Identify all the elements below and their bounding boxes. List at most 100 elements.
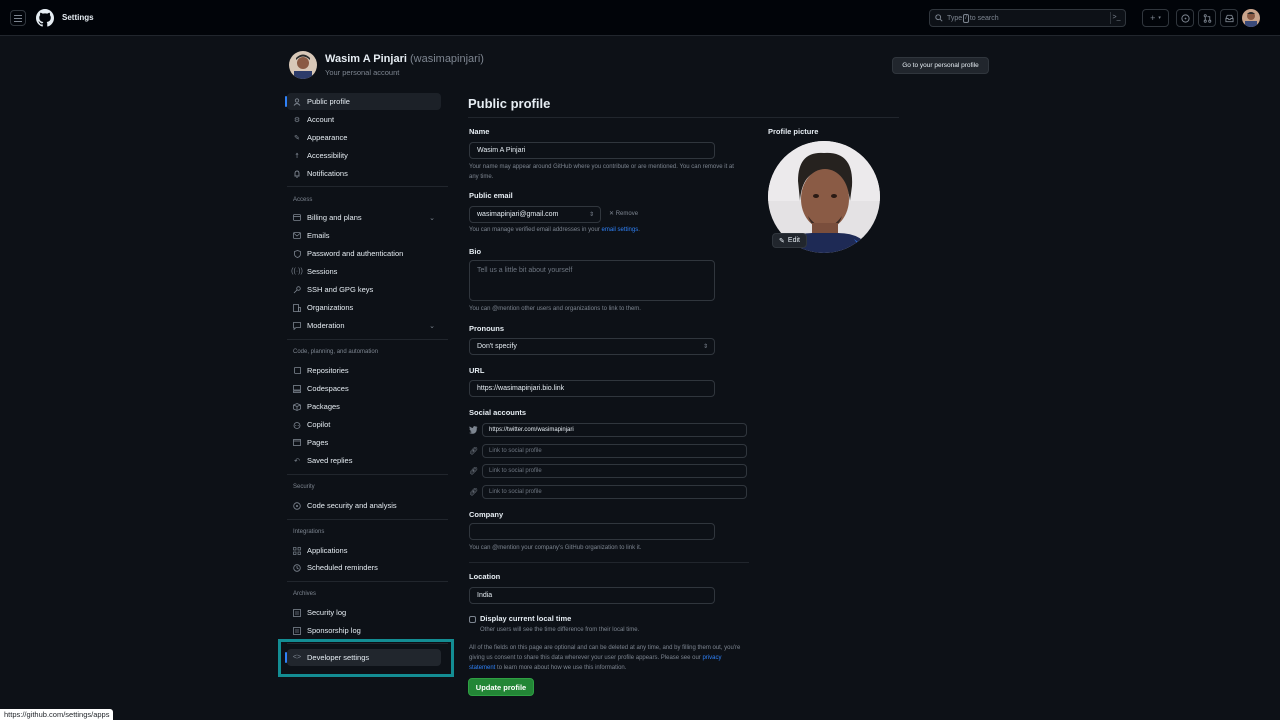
local-time-label[interactable]: Display current local time: [480, 614, 571, 623]
go-to-profile-button[interactable]: Go to your personal profile: [892, 57, 989, 74]
sidebar-item-label: Notifications: [307, 169, 348, 178]
public-email-value: wasimapinjari@gmail.com: [477, 211, 559, 218]
public-email-label: Public email: [469, 191, 513, 200]
package-icon: [293, 402, 301, 411]
bio-note: You can @mention other users and organiz…: [469, 306, 641, 312]
sidebar-item-label: Password and authentication: [307, 249, 404, 258]
sidebar-item-sponsorship-log[interactable]: Sponsorship log: [287, 622, 441, 639]
sidebar-item-codespaces[interactable]: Codespaces: [287, 380, 441, 397]
company-field[interactable]: [469, 523, 715, 540]
title-divider: [468, 117, 899, 118]
location-field[interactable]: India: [469, 587, 715, 604]
form-divider: [469, 562, 749, 563]
search-input[interactable]: Type / to search >_: [929, 9, 1126, 27]
issues-icon[interactable]: [1176, 9, 1194, 27]
sidebar-item-appearance[interactable]: ✎ Appearance: [287, 129, 441, 146]
search-placeholder-pre: Type: [947, 14, 963, 22]
developer-settings-highlight: [278, 639, 454, 677]
select-arrows-icon: ⇕: [702, 344, 708, 350]
github-logo-icon[interactable]: [36, 9, 54, 27]
sidebar-item-label: Copilot: [307, 420, 331, 429]
email-settings-link[interactable]: email settings: [602, 227, 639, 233]
sidebar-item-copilot[interactable]: Copilot: [287, 416, 441, 433]
pronouns-select[interactable]: Don't specify ⇕: [469, 338, 715, 355]
sidebar-item-moderation[interactable]: Moderation ⌄: [287, 317, 441, 334]
privacy-note-text: All of the fields on this page are optio…: [469, 645, 741, 661]
profile-name: Wasim A Pinjari (wasimapinjari): [325, 53, 484, 65]
mail-icon: [293, 232, 301, 240]
sidebar-item-organizations[interactable]: Organizations: [287, 299, 441, 316]
global-header: Settings Type / to search >_ + ▾: [0, 0, 1280, 36]
pull-requests-icon[interactable]: [1198, 9, 1216, 27]
shield-lock-icon: [293, 249, 301, 258]
sidebar-item-label: Sessions: [307, 267, 338, 276]
sidebar-item-emails[interactable]: Emails: [287, 227, 441, 244]
local-time-note: Other users will see the time difference…: [480, 627, 640, 633]
codespaces-icon: [293, 384, 301, 393]
sidebar-item-scheduled-reminders[interactable]: Scheduled reminders: [287, 559, 441, 576]
sidebar-item-accessibility[interactable]: ☨ Accessibility: [287, 147, 441, 164]
social-accounts-label: Social accounts: [469, 408, 527, 417]
social-link-field[interactable]: Link to social profile: [482, 485, 747, 499]
link-icon: 🔗︎: [469, 448, 478, 455]
pencil-icon: ✎: [779, 237, 785, 245]
local-time-checkbox[interactable]: [469, 616, 476, 623]
user-avatar[interactable]: [1242, 9, 1260, 27]
update-profile-button[interactable]: Update profile: [468, 678, 534, 696]
twitter-icon: [469, 426, 478, 434]
social-link-field[interactable]: Link to social profile: [482, 444, 747, 458]
broadcast-icon: ((·)): [291, 268, 303, 275]
social-link-field[interactable]: Link to social profile: [482, 464, 747, 478]
bio-label: Bio: [469, 247, 482, 256]
sidebar-item-label: Packages: [307, 402, 340, 411]
pronouns-value: Don't specify: [477, 343, 517, 350]
name-field[interactable]: Wasim A Pinjari: [469, 142, 715, 159]
menu-icon[interactable]: [10, 10, 26, 26]
sidebar-divider: [287, 581, 448, 582]
link-icon: 🔗︎: [469, 489, 478, 496]
sidebar-item-packages[interactable]: Packages: [287, 398, 441, 415]
sidebar-item-label: Applications: [307, 546, 348, 555]
sidebar-item-sessions[interactable]: ((·)) Sessions: [287, 263, 441, 280]
social-link-field[interactable]: https://twitter.com/wasimapinjari: [482, 423, 747, 437]
edit-picture-button[interactable]: ✎ Edit: [772, 233, 807, 248]
command-palette-icon[interactable]: >_: [1110, 12, 1122, 24]
pronouns-label: Pronouns: [469, 324, 504, 333]
sidebar-item-repositories[interactable]: Repositories: [287, 362, 441, 379]
sidebar-item-code-security[interactable]: Code security and analysis: [287, 497, 441, 514]
sidebar-item-security-log[interactable]: Security log: [287, 604, 441, 621]
sidebar-item-applications[interactable]: Applications: [287, 542, 441, 559]
sidebar-divider: [287, 519, 448, 520]
credit-card-icon: [293, 214, 301, 222]
sidebar-item-label: Pages: [307, 438, 329, 447]
email-note-end: .: [638, 227, 640, 233]
paintbrush-icon: ✎: [294, 134, 300, 142]
sidebar-item-notifications[interactable]: Notifications: [287, 165, 441, 182]
sidebar-section-integrations: Integrations: [293, 529, 325, 535]
page-title: Public profile: [468, 96, 551, 111]
inbox-icon[interactable]: [1220, 9, 1238, 27]
sidebar-item-password[interactable]: Password and authentication: [287, 245, 441, 262]
create-new-button[interactable]: + ▾: [1142, 9, 1169, 27]
browser-icon: [293, 439, 301, 447]
gear-icon: ⚙: [293, 116, 301, 124]
sidebar-item-saved-replies[interactable]: ↶ Saved replies: [287, 452, 441, 469]
sidebar-item-pages[interactable]: Pages: [287, 434, 441, 451]
plus-icon: +: [1150, 13, 1156, 23]
sidebar-item-public-profile[interactable]: Public profile: [285, 93, 441, 110]
bio-textarea[interactable]: Tell us a little bit about yourself: [469, 260, 715, 301]
accessibility-icon: ☨: [295, 152, 299, 160]
codescan-icon: [293, 501, 301, 510]
link-icon: 🔗︎: [469, 468, 478, 475]
url-field[interactable]: https://wasimapinjari.bio.link: [469, 380, 715, 397]
sidebar-item-ssh-keys[interactable]: SSH and GPG keys: [287, 281, 441, 298]
sidebar-item-billing[interactable]: Billing and plans ⌄: [287, 209, 441, 226]
header-title[interactable]: Settings: [62, 13, 94, 22]
name-label: Name: [469, 127, 490, 136]
chevron-down-icon: ⌄: [429, 322, 435, 330]
privacy-note-end: to learn more about how we use this info…: [495, 665, 627, 671]
remove-email-button[interactable]: ✕ Remove: [609, 210, 638, 217]
public-email-select[interactable]: wasimapinjari@gmail.com ⇕: [469, 206, 601, 223]
sidebar-item-account[interactable]: ⚙ Account: [287, 111, 441, 128]
sidebar-item-label: Sponsorship log: [307, 626, 361, 635]
